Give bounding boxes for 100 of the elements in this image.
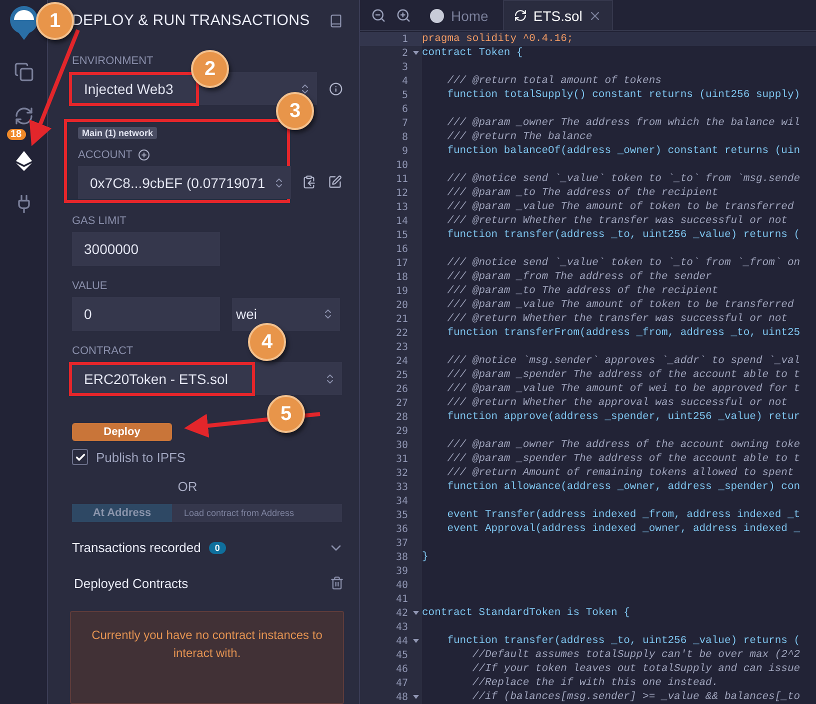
code-text: /// @param _owner The address of the account owning toke [446,438,800,452]
trash-icon[interactable] [330,576,344,590]
line-number: 34 [396,496,408,506]
unit-select[interactable]: wei [232,298,340,330]
code-text: /// @param _to The address of the recipient [446,186,718,200]
code-text: function transferFrom(address _from, address _to, uint25 [446,326,800,340]
code-text: function balanceOf(address _owner) constant returns (uin [446,144,800,158]
code-text: function approve(address _spender, uint256 _value) retur [446,410,800,424]
code-text: /// @param _value The amount of token to be transferred [446,298,794,312]
code-text: /// @notice send `_value` token to `_to` from `msg.sende [446,172,800,186]
files-icon [14,62,34,82]
line-number: 23 [396,342,408,352]
edit-icon[interactable] [328,175,342,189]
zoom-out-icon[interactable] [371,8,386,22]
line-number: 3 [402,62,408,72]
line-number: 36 [396,524,408,534]
line-number: 16 [396,244,408,254]
code-text: contract Token { [422,46,523,60]
line-number: 37 [396,538,408,548]
line-number: 46 [396,664,408,674]
line-number: 48 [396,692,408,702]
code-text: function totalSupply() constant returns (uint256 supply) [446,88,800,102]
line-number: 9 [402,146,408,156]
code-text: //Replace the if with this one instead. [471,676,718,690]
code-text: } [422,550,428,564]
code-text: /// @notice `msg.sender` approves `_addr` to spend `_val [446,354,800,368]
code-text: contract StandardToken is Token { [422,606,630,620]
code-text: /// @param _value The amount of wei to be approved for t [446,382,800,396]
line-number: 4 [402,76,408,86]
address-input[interactable]: Load contract from Address [172,504,342,522]
count-badge: 18 [6,129,26,140]
notice-text: Currently you have no contract instances to interact with. [70,610,344,704]
code-text: /// @param _to The address of the recipient [446,284,718,298]
sort-icon [324,372,336,384]
editor-tab[interactable]: ETS.sol [503,0,614,30]
code-text: /// @return Whether the approval was successful or not [446,396,788,410]
line-number: 32 [396,468,408,478]
line-number: 35 [396,510,408,520]
line-number: 1 [402,34,408,44]
line-number: 38 [396,552,408,562]
line-number: 41 [396,594,408,604]
line-number: 25 [396,370,408,380]
sort-icon [322,308,334,320]
line-number: 15 [396,230,408,240]
fold-icon[interactable] [413,695,419,699]
zoom-in-icon[interactable] [396,8,411,22]
code-text: function allowance(address _owner, address _spender) con [446,480,800,494]
field-label: ACCOUNT [78,149,132,161]
line-number: 19 [396,286,408,296]
code-text: function transfer(address _to, uint256 _value) returns ( [446,634,800,648]
code-text: /// @return Whether the transfer was successful or not [446,312,788,326]
line-number: 30 [396,440,408,450]
account-select[interactable]: 0x7C8...9cbEF (0.07719071 [78,166,291,199]
gas-limit-input[interactable]: 3000000 [72,232,220,266]
checkbox[interactable] [72,449,88,466]
line-number: 29 [396,426,408,436]
code-text: /// @return total amount of tokens [446,74,662,88]
contract-select[interactable]: ERC20Token - ETS.sol [72,362,342,395]
line-number: 10 [396,160,408,170]
field-label: VALUE [72,280,108,292]
code-text: /// @param _owner The address from which the balance wil [446,116,800,130]
code-text: /// @return The balance [446,130,592,144]
fold-icon[interactable] [413,611,419,615]
code-text: function transfer(address _to, uint256 _value) returns ( [446,228,800,242]
field-label: ENVIRONMENT [72,55,154,67]
code-text: event Approval(address indexed _owner, address indexed _ [446,522,800,536]
code-text: pragma solidity ^0.4.16; [422,32,574,46]
book-icon[interactable] [329,14,343,28]
line-number: 24 [396,356,408,366]
line-number: 27 [396,398,408,408]
line-number: 7 [402,118,408,128]
line-number: 39 [396,566,408,576]
copy-icon[interactable] [302,175,316,189]
line-number: 43 [396,622,408,632]
line-number: 20 [396,300,408,310]
line-number: 22 [396,328,408,338]
fold-icon[interactable] [413,51,419,55]
editor-tab[interactable]: Home [418,0,500,30]
line-number: 44 [396,636,408,646]
line-number: 5 [402,90,408,100]
value-input[interactable]: 0 [72,297,220,331]
code-text: /// @return Whether the transfer was successful or not [446,214,788,228]
line-number: 31 [396,454,408,464]
line-number: 42 [396,608,408,618]
section-label: Transactions recorded [72,540,201,556]
fold-icon[interactable] [413,639,419,643]
section-label: Deployed Contracts [74,576,188,591]
code-text: /// @notice send `_value` token to `_to` from `_from` on [446,256,800,270]
line-number: 2 [402,48,408,58]
line-number: 14 [396,216,408,226]
code-text: /// @return Amount of remaining tokens allowed to spent [446,466,794,480]
line-number: 6 [402,104,408,114]
line-number: 12 [396,188,408,198]
field-label: CONTRACT [72,345,134,357]
code-text: //if (balances[msg.sender] >= _value && balances[_to [471,690,800,704]
line-number: 33 [396,482,408,492]
line-number: 26 [396,384,408,394]
info-icon[interactable] [329,82,343,96]
plus-icon[interactable] [138,149,150,161]
line-number: 47 [396,678,408,688]
